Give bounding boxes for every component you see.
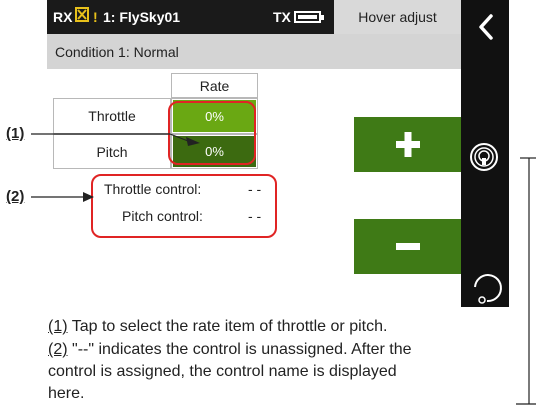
note-2-line-1: (2) "--" indicates the control is unassi… — [48, 339, 412, 360]
note-1: (1) Tap to select the rate item of throt… — [48, 316, 387, 337]
note-2-line-2: control is assigned, the control name is… — [48, 363, 397, 380]
note-2-text: "--" indicates the control is unassigned… — [67, 341, 412, 358]
note-2-tag: (2) — [48, 341, 68, 358]
note-1-text: Tap to select the rate item of throttle … — [67, 318, 388, 335]
note-2-line-3: here. — [48, 385, 85, 402]
callout-1-arrow — [186, 137, 200, 146]
callout-2-arrow — [83, 192, 94, 202]
note-1-tag: (1) — [48, 318, 68, 335]
